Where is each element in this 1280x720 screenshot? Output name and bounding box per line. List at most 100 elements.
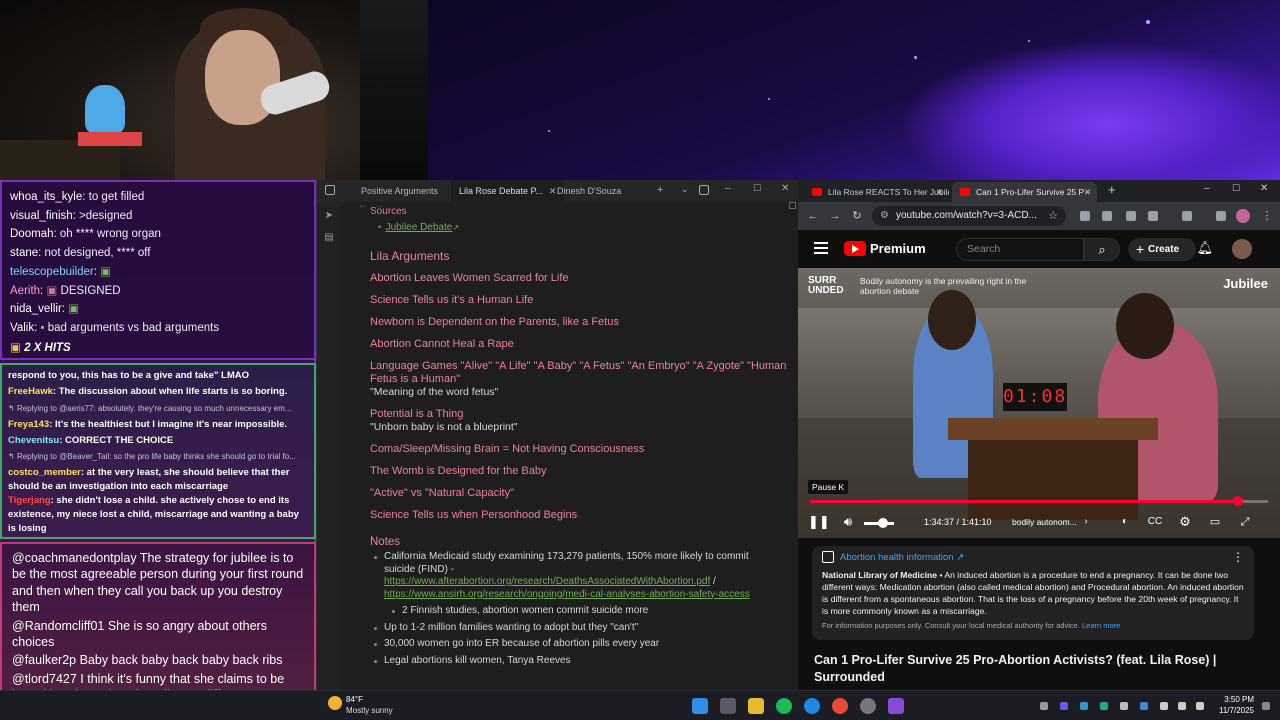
weather-temperature[interactable]: 84°F xyxy=(346,695,363,704)
star xyxy=(1028,40,1030,42)
tray-icon[interactable] xyxy=(1060,702,1068,710)
forward-arrow-icon[interactable]: → xyxy=(374,202,384,211)
progress-scrubber[interactable] xyxy=(1233,496,1244,506)
tab-pro-lifer-survive[interactable]: Can 1 Pro-Lifer Survive 25 P ✕ xyxy=(952,182,1097,202)
more-options-icon[interactable]: ⋮ xyxy=(1232,550,1244,564)
minimize-icon[interactable]: – xyxy=(725,183,731,194)
chapter-button[interactable]: bodily autonom... xyxy=(1012,517,1077,527)
obsidian-icon[interactable] xyxy=(888,698,904,714)
layout-icon[interactable] xyxy=(699,185,709,195)
notifications-bell-icon[interactable]: 🔔︎ xyxy=(1196,240,1214,258)
clock-date[interactable]: 11/7/2025 xyxy=(1219,706,1254,715)
chevron-down-icon[interactable]: ⌄ xyxy=(681,184,689,195)
send-icon[interactable]: ➤ xyxy=(323,210,335,222)
battery-icon[interactable] xyxy=(1196,702,1204,710)
health-info-title[interactable]: Abortion health information ↗ xyxy=(840,552,1244,563)
file-explorer-icon[interactable] xyxy=(748,698,764,714)
clock-time[interactable]: 3:50 PM xyxy=(1224,695,1254,704)
tray-icon[interactable] xyxy=(1100,702,1108,710)
new-tab-icon[interactable]: + xyxy=(657,184,663,196)
task-view-icon[interactable] xyxy=(720,698,736,714)
health-info-body: National Library of Medicine • An induce… xyxy=(822,570,1244,616)
lila-arguments-heading: Lila Arguments xyxy=(370,249,450,263)
volume-knob[interactable] xyxy=(878,518,888,528)
new-tab-icon[interactable]: + xyxy=(1108,182,1116,197)
reading-list-icon[interactable] xyxy=(1216,211,1226,221)
wifi-icon[interactable] xyxy=(1160,702,1168,710)
ansirh-link[interactable]: https://www.ansirh.org/research/ongoing/… xyxy=(384,589,750,600)
fullscreen-icon[interactable]: ⤢ xyxy=(1236,512,1254,532)
maximize-icon[interactable]: ☐ xyxy=(753,183,761,194)
edge-icon[interactable] xyxy=(804,698,820,714)
minimize-icon[interactable]: – xyxy=(1204,183,1210,194)
chat-message: FreeHawk: The discussion about when life… xyxy=(8,386,288,398)
files-icon[interactable]: ▤ xyxy=(323,232,335,244)
search-icon[interactable]: ⌕ xyxy=(1084,238,1120,261)
tab-positive-arguments[interactable]: Positive Arguments xyxy=(353,180,446,202)
extension-icon[interactable] xyxy=(1102,211,1112,221)
notification-icon[interactable] xyxy=(1262,702,1270,710)
create-button[interactable]: Create xyxy=(1128,238,1196,261)
extension-icon[interactable] xyxy=(1126,211,1136,221)
close-icon[interactable]: ✕ xyxy=(936,182,943,202)
tray-icon[interactable] xyxy=(1040,702,1048,710)
learn-more-link[interactable]: Learn more xyxy=(1082,621,1120,630)
reading-view-icon[interactable]: ▢ xyxy=(788,202,797,211)
sidebar-toggle-icon[interactable] xyxy=(325,185,335,195)
site-info-icon[interactable]: ⚙ xyxy=(880,206,889,226)
youtube-logo-icon[interactable] xyxy=(844,241,866,256)
argument-heading: Science Tells us when Personhood Begins xyxy=(370,509,578,521)
start-windows-icon[interactable] xyxy=(692,698,708,714)
debate-timer: 01:08 xyxy=(1003,383,1067,411)
bookmark-star-icon[interactable]: ☆ xyxy=(1046,209,1060,223)
speaker-icon[interactable] xyxy=(1178,702,1186,710)
tab-lila-rose-reacts[interactable]: Lila Rose REACTS To Her Jubilee ✕ xyxy=(804,182,949,202)
progress-bar[interactable] xyxy=(810,496,1268,506)
chat-message: costco_member: at the very least, she sh… xyxy=(8,466,290,492)
tab-lila-rose-debate[interactable]: Lila Rose Debate P... ✕ xyxy=(451,180,565,202)
settings-gear-icon[interactable]: ⚙ xyxy=(1176,512,1194,532)
miniplayer-icon[interactable]: ▭ xyxy=(1206,512,1224,532)
chrome-menu-icon[interactable]: ⋮ xyxy=(1260,209,1274,223)
weather-description[interactable]: Mostly sunny xyxy=(346,706,393,715)
chrome-icon[interactable] xyxy=(832,698,848,714)
close-icon[interactable]: ✕ xyxy=(1084,182,1091,202)
captions-icon[interactable]: CC xyxy=(1146,512,1164,532)
reload-icon[interactable]: ↻ xyxy=(850,209,864,223)
volume-icon[interactable]: 🔊︎ xyxy=(840,512,856,532)
afterabortion-link[interactable]: https://www.afterabortion.org/research/D… xyxy=(384,576,710,587)
external-link-icon: ↗ xyxy=(452,223,460,232)
search-input[interactable]: Search xyxy=(956,238,1084,261)
close-window-icon[interactable]: ✕ xyxy=(1260,183,1268,194)
profile-avatar[interactable] xyxy=(1236,209,1250,223)
autoplay-toggle-icon[interactable]: ◐ xyxy=(1116,512,1134,532)
tray-icon[interactable] xyxy=(1080,702,1088,710)
debater-left-head xyxy=(928,290,976,350)
weather-sun-icon[interactable] xyxy=(328,696,342,710)
argument-heading: Newborn is Dependent on the Parents, lik… xyxy=(370,316,619,328)
maximize-icon[interactable]: ☐ xyxy=(1232,183,1240,194)
back-icon[interactable]: ← xyxy=(806,209,820,223)
reply-icon: ↰ xyxy=(8,452,17,462)
spotify-icon[interactable] xyxy=(776,698,792,714)
url-input[interactable]: ⚙ youtube.com/watch?v=3-ACD... xyxy=(872,206,1066,226)
tray-icon[interactable] xyxy=(1140,702,1148,710)
menu-icon[interactable] xyxy=(814,242,828,254)
star xyxy=(1146,20,1150,24)
back-arrow-icon[interactable]: ← xyxy=(358,202,368,211)
puzzle-icon[interactable] xyxy=(1148,211,1158,221)
pause-icon[interactable]: ❚❚ xyxy=(808,512,830,532)
notes-ribbon: ➤ ▤ xyxy=(317,202,341,690)
jubilee-debate-link[interactable]: Jubilee Debate xyxy=(386,222,453,233)
tab-dinesh-dsouza[interactable]: Dinesh D'Souza xyxy=(549,180,629,202)
close-window-icon[interactable]: ✕ xyxy=(781,183,789,194)
tray-icon[interactable] xyxy=(1120,702,1128,710)
forward-icon[interactable]: → xyxy=(828,209,842,223)
extension-icon[interactable] xyxy=(1080,211,1090,221)
cast-icon[interactable] xyxy=(1182,211,1192,221)
account-avatar[interactable] xyxy=(1232,239,1252,259)
obs-icon[interactable] xyxy=(860,698,876,714)
chevron-right-icon[interactable]: › xyxy=(1080,512,1092,532)
argument-heading: Language Games "Alive" "A Life" "A Baby"… xyxy=(370,360,787,385)
video-player[interactable]: 01:08 SURR UNDED Bodily autonomy is the … xyxy=(798,268,1280,538)
